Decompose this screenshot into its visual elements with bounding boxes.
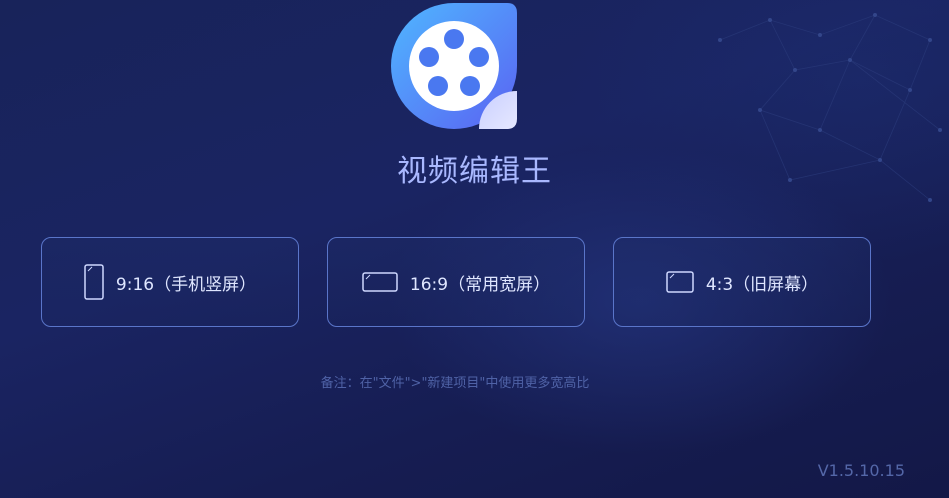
portrait-phone-icon bbox=[84, 264, 104, 300]
ratio-9-16-label: 9:16（手机竖屏） bbox=[115, 274, 257, 295]
ratio-4-3-button[interactable]: 4:3（旧屏幕） bbox=[613, 237, 871, 327]
aspect-ratio-note: 备注：在"文件">"新建项目"中使用更多宽高比 bbox=[320, 376, 590, 391]
classic-screen-icon bbox=[666, 271, 694, 293]
ratio-9-16-button[interactable]: 9:16（手机竖屏） bbox=[41, 237, 299, 327]
ratio-16-9-button[interactable]: 16:9（常用宽屏） bbox=[327, 237, 585, 327]
app-title: 视频编辑王 bbox=[397, 154, 552, 189]
film-reel-icon bbox=[391, 3, 517, 129]
background-network-decoration bbox=[718, 13, 942, 202]
version-label: V1.5.10.15 bbox=[817, 461, 905, 480]
ratio-4-3-label: 4:3（旧屏幕） bbox=[705, 274, 819, 295]
ratio-16-9-label: 16:9（常用宽屏） bbox=[409, 274, 551, 295]
landscape-screen-icon bbox=[362, 272, 398, 292]
